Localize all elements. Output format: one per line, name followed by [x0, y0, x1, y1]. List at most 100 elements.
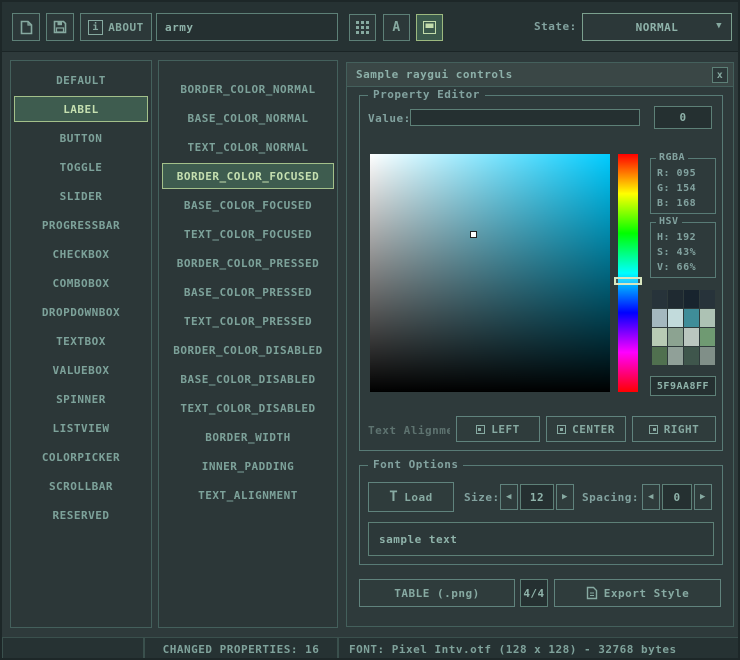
- list-item-text_color_disabled[interactable]: TEXT_COLOR_DISABLED: [162, 395, 334, 421]
- grid-view-button[interactable]: [349, 14, 376, 41]
- toolbar: i ABOUT A State: NORMAL ▼: [2, 2, 738, 52]
- list-item-border_color_pressed[interactable]: BORDER_COLOR_PRESSED: [162, 250, 334, 276]
- align-left-button[interactable]: LEFT: [456, 416, 540, 442]
- align-center-button[interactable]: CENTER: [546, 416, 626, 442]
- color-swatch[interactable]: [652, 347, 667, 365]
- color-swatch[interactable]: [684, 328, 699, 346]
- hsv-saturation-value: S: 43%: [651, 245, 715, 260]
- color-swatch[interactable]: [684, 309, 699, 327]
- list-item-progressbar[interactable]: PROGRESSBAR: [14, 212, 148, 238]
- hue-slider[interactable]: [618, 154, 638, 392]
- list-item-border_color_focused[interactable]: BORDER_COLOR_FOCUSED: [162, 163, 334, 189]
- hex-value-box[interactable]: 5F9AA8FF: [650, 376, 716, 396]
- color-swatch[interactable]: [700, 290, 715, 308]
- color-swatch[interactable]: [652, 309, 667, 327]
- list-item-base_color_normal[interactable]: BASE_COLOR_NORMAL: [162, 105, 334, 131]
- export-style-button[interactable]: Export Style: [554, 579, 721, 607]
- align-right-label: RIGHT: [664, 423, 700, 436]
- font-letter-icon: A: [392, 20, 400, 35]
- list-item-checkbox[interactable]: CHECKBOX: [14, 241, 148, 267]
- list-item-spinner[interactable]: SPINNER: [14, 386, 148, 412]
- color-swatch[interactable]: [652, 328, 667, 346]
- list-item-border_color_disabled[interactable]: BORDER_COLOR_DISABLED: [162, 337, 334, 363]
- status-changed-properties: CHANGED PROPERTIES: 16: [144, 637, 338, 660]
- state-dropdown[interactable]: NORMAL ▼: [582, 13, 732, 41]
- color-swatch-grid: [652, 290, 715, 365]
- list-item-text_color_focused[interactable]: TEXT_COLOR_FOCUSED: [162, 221, 334, 247]
- list-item-slider[interactable]: SLIDER: [14, 183, 148, 209]
- about-button[interactable]: i ABOUT: [80, 13, 152, 41]
- save-icon: [53, 20, 67, 34]
- state-label: State:: [534, 20, 577, 33]
- new-file-icon: [20, 20, 33, 35]
- font-view-button[interactable]: A: [383, 14, 410, 41]
- color-swatch[interactable]: [700, 328, 715, 346]
- color-panel-cursor[interactable]: [470, 231, 477, 238]
- color-swatch[interactable]: [652, 290, 667, 308]
- sample-text-box[interactable]: sample text: [368, 522, 714, 556]
- color-swatch[interactable]: [684, 347, 699, 365]
- close-button[interactable]: x: [712, 67, 728, 83]
- spacing-decrease-button[interactable]: ◀: [642, 484, 660, 510]
- spacing-increase-button[interactable]: ▶: [694, 484, 712, 510]
- load-font-button[interactable]: T Load: [368, 482, 454, 512]
- state-dropdown-value: NORMAL: [636, 21, 679, 34]
- color-swatch[interactable]: [684, 290, 699, 308]
- color-swatch[interactable]: [700, 309, 715, 327]
- list-item-valuebox[interactable]: VALUEBOX: [14, 357, 148, 383]
- list-item-scrollbar[interactable]: SCROLLBAR: [14, 473, 148, 499]
- list-item-button[interactable]: BUTTON: [14, 125, 148, 151]
- color-panel[interactable]: [370, 154, 610, 392]
- size-decrease-button[interactable]: ◀: [500, 484, 518, 510]
- value-label: Value:: [368, 112, 411, 125]
- align-right-button[interactable]: RIGHT: [632, 416, 716, 442]
- value-input[interactable]: [410, 109, 640, 126]
- spacing-value-box[interactable]: 0: [662, 484, 692, 510]
- size-increase-button[interactable]: ▶: [556, 484, 574, 510]
- table-export-button[interactable]: TABLE (.png): [359, 579, 515, 607]
- color-swatch[interactable]: [668, 309, 683, 327]
- save-style-button[interactable]: [46, 13, 74, 41]
- load-font-label: Load: [404, 491, 433, 504]
- hsv-group-label: HSV: [656, 216, 682, 227]
- list-item-toggle[interactable]: TOGGLE: [14, 154, 148, 180]
- pages-value-box[interactable]: 4/4: [520, 579, 548, 607]
- color-swatch[interactable]: [700, 347, 715, 365]
- table-export-label: TABLE (.png): [394, 587, 479, 600]
- font-t-icon: T: [389, 489, 398, 505]
- color-swatch[interactable]: [668, 290, 683, 308]
- list-item-default[interactable]: DEFAULT: [14, 67, 148, 93]
- list-item-listview[interactable]: LISTVIEW: [14, 415, 148, 441]
- list-item-dropdownbox[interactable]: DROPDOWNBOX: [14, 299, 148, 325]
- list-item-reserved[interactable]: RESERVED: [14, 502, 148, 528]
- style-view-button[interactable]: [416, 14, 443, 41]
- list-item-combobox[interactable]: COMBOBOX: [14, 270, 148, 296]
- list-item-border_color_normal[interactable]: BORDER_COLOR_NORMAL: [162, 76, 334, 102]
- list-item-base_color_disabled[interactable]: BASE_COLOR_DISABLED: [162, 366, 334, 392]
- color-swatch[interactable]: [668, 347, 683, 365]
- value-number-box[interactable]: 0: [654, 106, 712, 129]
- list-item-text_color_pressed[interactable]: TEXT_COLOR_PRESSED: [162, 308, 334, 334]
- color-swatch[interactable]: [668, 328, 683, 346]
- properties-list: BORDER_COLOR_NORMAL BASE_COLOR_NORMAL TEXT…: [158, 60, 338, 628]
- list-item-border_width[interactable]: BORDER_WIDTH: [162, 424, 334, 450]
- status-bar: CHANGED PROPERTIES: 16 FONT: Pixel Intv.…: [2, 637, 740, 660]
- list-item-text_alignment[interactable]: TEXT_ALIGNMENT: [162, 482, 334, 508]
- align-left-label: LEFT: [491, 423, 520, 436]
- style-name-input[interactable]: [156, 13, 338, 41]
- size-value-box[interactable]: 12: [520, 484, 554, 510]
- list-item-base_color_pressed[interactable]: BASE_COLOR_PRESSED: [162, 279, 334, 305]
- grid-icon: [356, 21, 369, 34]
- text-alignment-label: Text Alignment: [368, 424, 450, 437]
- list-item-label[interactable]: LABEL: [14, 96, 148, 122]
- list-item-base_color_focused[interactable]: BASE_COLOR_FOCUSED: [162, 192, 334, 218]
- rgba-blue-value: B: 168: [651, 196, 715, 211]
- list-item-text_color_normal[interactable]: TEXT_COLOR_NORMAL: [162, 134, 334, 160]
- hue-slider-cursor[interactable]: [614, 277, 642, 285]
- window-titlebar[interactable]: Sample raygui controls: [347, 63, 733, 87]
- list-item-inner_padding[interactable]: INNER_PADDING: [162, 453, 334, 479]
- new-style-button[interactable]: [12, 13, 40, 41]
- list-item-textbox[interactable]: TEXTBOX: [14, 328, 148, 354]
- list-item-colorpicker[interactable]: COLORPICKER: [14, 444, 148, 470]
- align-center-label: CENTER: [572, 423, 615, 436]
